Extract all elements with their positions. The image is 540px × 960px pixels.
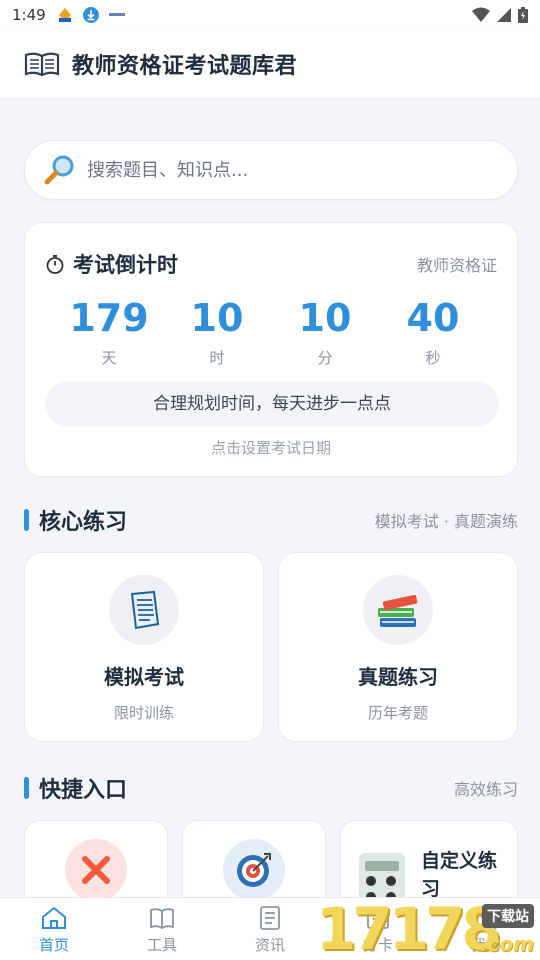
book-logo-icon bbox=[24, 52, 60, 77]
countdown-days: 179 天 bbox=[55, 295, 163, 368]
nav-home[interactable]: 首页 bbox=[0, 898, 108, 960]
book-open-icon bbox=[150, 908, 174, 930]
wrong-answer-icon bbox=[82, 856, 110, 884]
countdown-title: 考试倒计时 bbox=[73, 253, 178, 277]
countdown-hours: 10 时 bbox=[163, 295, 271, 368]
minutes-label: 分 bbox=[317, 349, 333, 367]
battery-icon bbox=[518, 7, 528, 23]
mock-exam-card[interactable]: 模拟考试 限时训练 bbox=[24, 552, 264, 742]
past-papers-subtitle: 历年考题 bbox=[367, 704, 428, 722]
nav-tools[interactable]: 工具 bbox=[108, 898, 216, 960]
signal-icon bbox=[497, 8, 511, 22]
news-icon bbox=[260, 906, 280, 930]
countdown-values: 179 天 10 时 10 分 40 秒 bbox=[55, 295, 487, 368]
countdown-minutes: 10 分 bbox=[271, 295, 379, 368]
watermark-domain: .com bbox=[479, 932, 534, 956]
core-section-header: 核心练习 模拟考试 · 真题演练 bbox=[24, 504, 518, 536]
hours-value: 10 bbox=[190, 296, 244, 340]
watermark-number: 17178 bbox=[316, 895, 502, 960]
nav-news[interactable]: 资讯 bbox=[216, 898, 324, 960]
app-notification-icon bbox=[58, 8, 71, 22]
search-icon bbox=[44, 155, 74, 185]
nav-news-label: 资讯 bbox=[254, 936, 285, 954]
seconds-label: 秒 bbox=[425, 349, 441, 367]
mock-exam-subtitle: 限时训练 bbox=[113, 704, 174, 722]
search-input[interactable] bbox=[87, 159, 467, 181]
nav-home-label: 首页 bbox=[38, 936, 69, 954]
watermark-badge: 下载站 bbox=[482, 904, 534, 928]
countdown-card[interactable]: 考试倒计时 教师资格证 179 天 10 时 10 分 40 秒 合理规划时间，… bbox=[24, 222, 518, 477]
home-icon bbox=[42, 906, 66, 929]
status-time: 1:49 bbox=[12, 6, 46, 24]
exam-type-label: 教师资格证 bbox=[416, 256, 497, 275]
search-bar[interactable] bbox=[24, 140, 518, 200]
core-section-subtitle: 模拟考试 · 真题演练 bbox=[374, 512, 518, 531]
days-label: 天 bbox=[101, 349, 117, 367]
nav-tools-label: 工具 bbox=[146, 936, 177, 954]
seconds-value: 40 bbox=[406, 296, 460, 340]
app-notification-icon-2 bbox=[108, 13, 125, 16]
stopwatch-icon bbox=[46, 255, 64, 274]
minutes-value: 10 bbox=[298, 296, 352, 340]
download-notification-icon bbox=[82, 7, 99, 23]
countdown-seconds: 40 秒 bbox=[379, 295, 487, 368]
past-papers-card[interactable]: 真题练习 历年考题 bbox=[278, 552, 518, 742]
past-papers-icon-bg bbox=[363, 575, 433, 645]
app-header: 教师资格证考试题库君 bbox=[0, 30, 540, 98]
site-watermark: 17178 下载站 .com bbox=[316, 898, 540, 960]
section-accent-bar bbox=[24, 509, 29, 531]
days-value: 179 bbox=[69, 296, 149, 340]
quick-section-header: 快捷入口 高效练习 bbox=[24, 772, 518, 804]
past-papers-title: 真题练习 bbox=[358, 665, 438, 689]
section-accent-bar bbox=[24, 777, 29, 799]
mock-exam-title: 模拟考试 bbox=[104, 665, 184, 689]
hours-label: 时 bbox=[209, 349, 225, 367]
motivation-tip: 合理规划时间，每天进步一点点 bbox=[45, 381, 499, 427]
countdown-header: 考试倒计时 教师资格证 bbox=[45, 249, 497, 279]
quick-section-subtitle: 高效练习 bbox=[453, 780, 518, 799]
core-section-title: 核心练习 bbox=[39, 510, 128, 535]
app-title: 教师资格证考试题库君 bbox=[72, 54, 298, 79]
books-icon bbox=[378, 594, 418, 627]
set-exam-date-link[interactable]: 点击设置考试日期 bbox=[25, 437, 517, 458]
mock-exam-icon-bg bbox=[109, 575, 179, 645]
status-bar: 1:49 bbox=[0, 0, 540, 30]
quick-section-title: 快捷入口 bbox=[39, 778, 128, 803]
document-icon bbox=[130, 590, 160, 630]
wrong-answers-icon-bg bbox=[65, 839, 127, 901]
target-icon bbox=[237, 853, 271, 887]
wifi-icon bbox=[472, 7, 490, 22]
target-icon-bg bbox=[223, 839, 285, 901]
